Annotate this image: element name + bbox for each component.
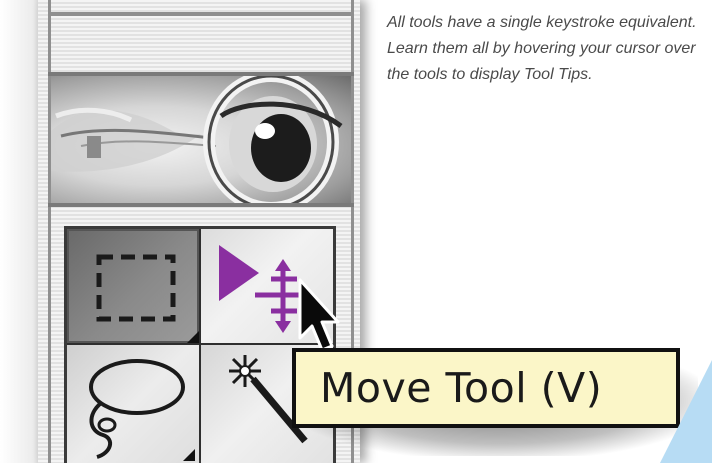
- screenshot-stage: All tools have a single keystroke equiva…: [0, 0, 712, 463]
- blue-accent-shape: [660, 360, 712, 463]
- mouse-pointer-icon: [298, 278, 340, 352]
- palette-title-bar[interactable]: [48, 12, 354, 16]
- lasso-icon: [89, 359, 195, 461]
- tool-tips-description: All tools have a single keystroke equiva…: [387, 14, 697, 83]
- rectangular-marquee-icon: [96, 254, 199, 343]
- move-tool-tooltip: Move Tool (V): [292, 348, 680, 428]
- lasso-tool-button[interactable]: [67, 345, 199, 463]
- photoshop-eye-icon[interactable]: [51, 76, 351, 203]
- rectangular-marquee-tool-button[interactable]: [67, 229, 199, 343]
- palette-divider-bottom: [48, 203, 354, 207]
